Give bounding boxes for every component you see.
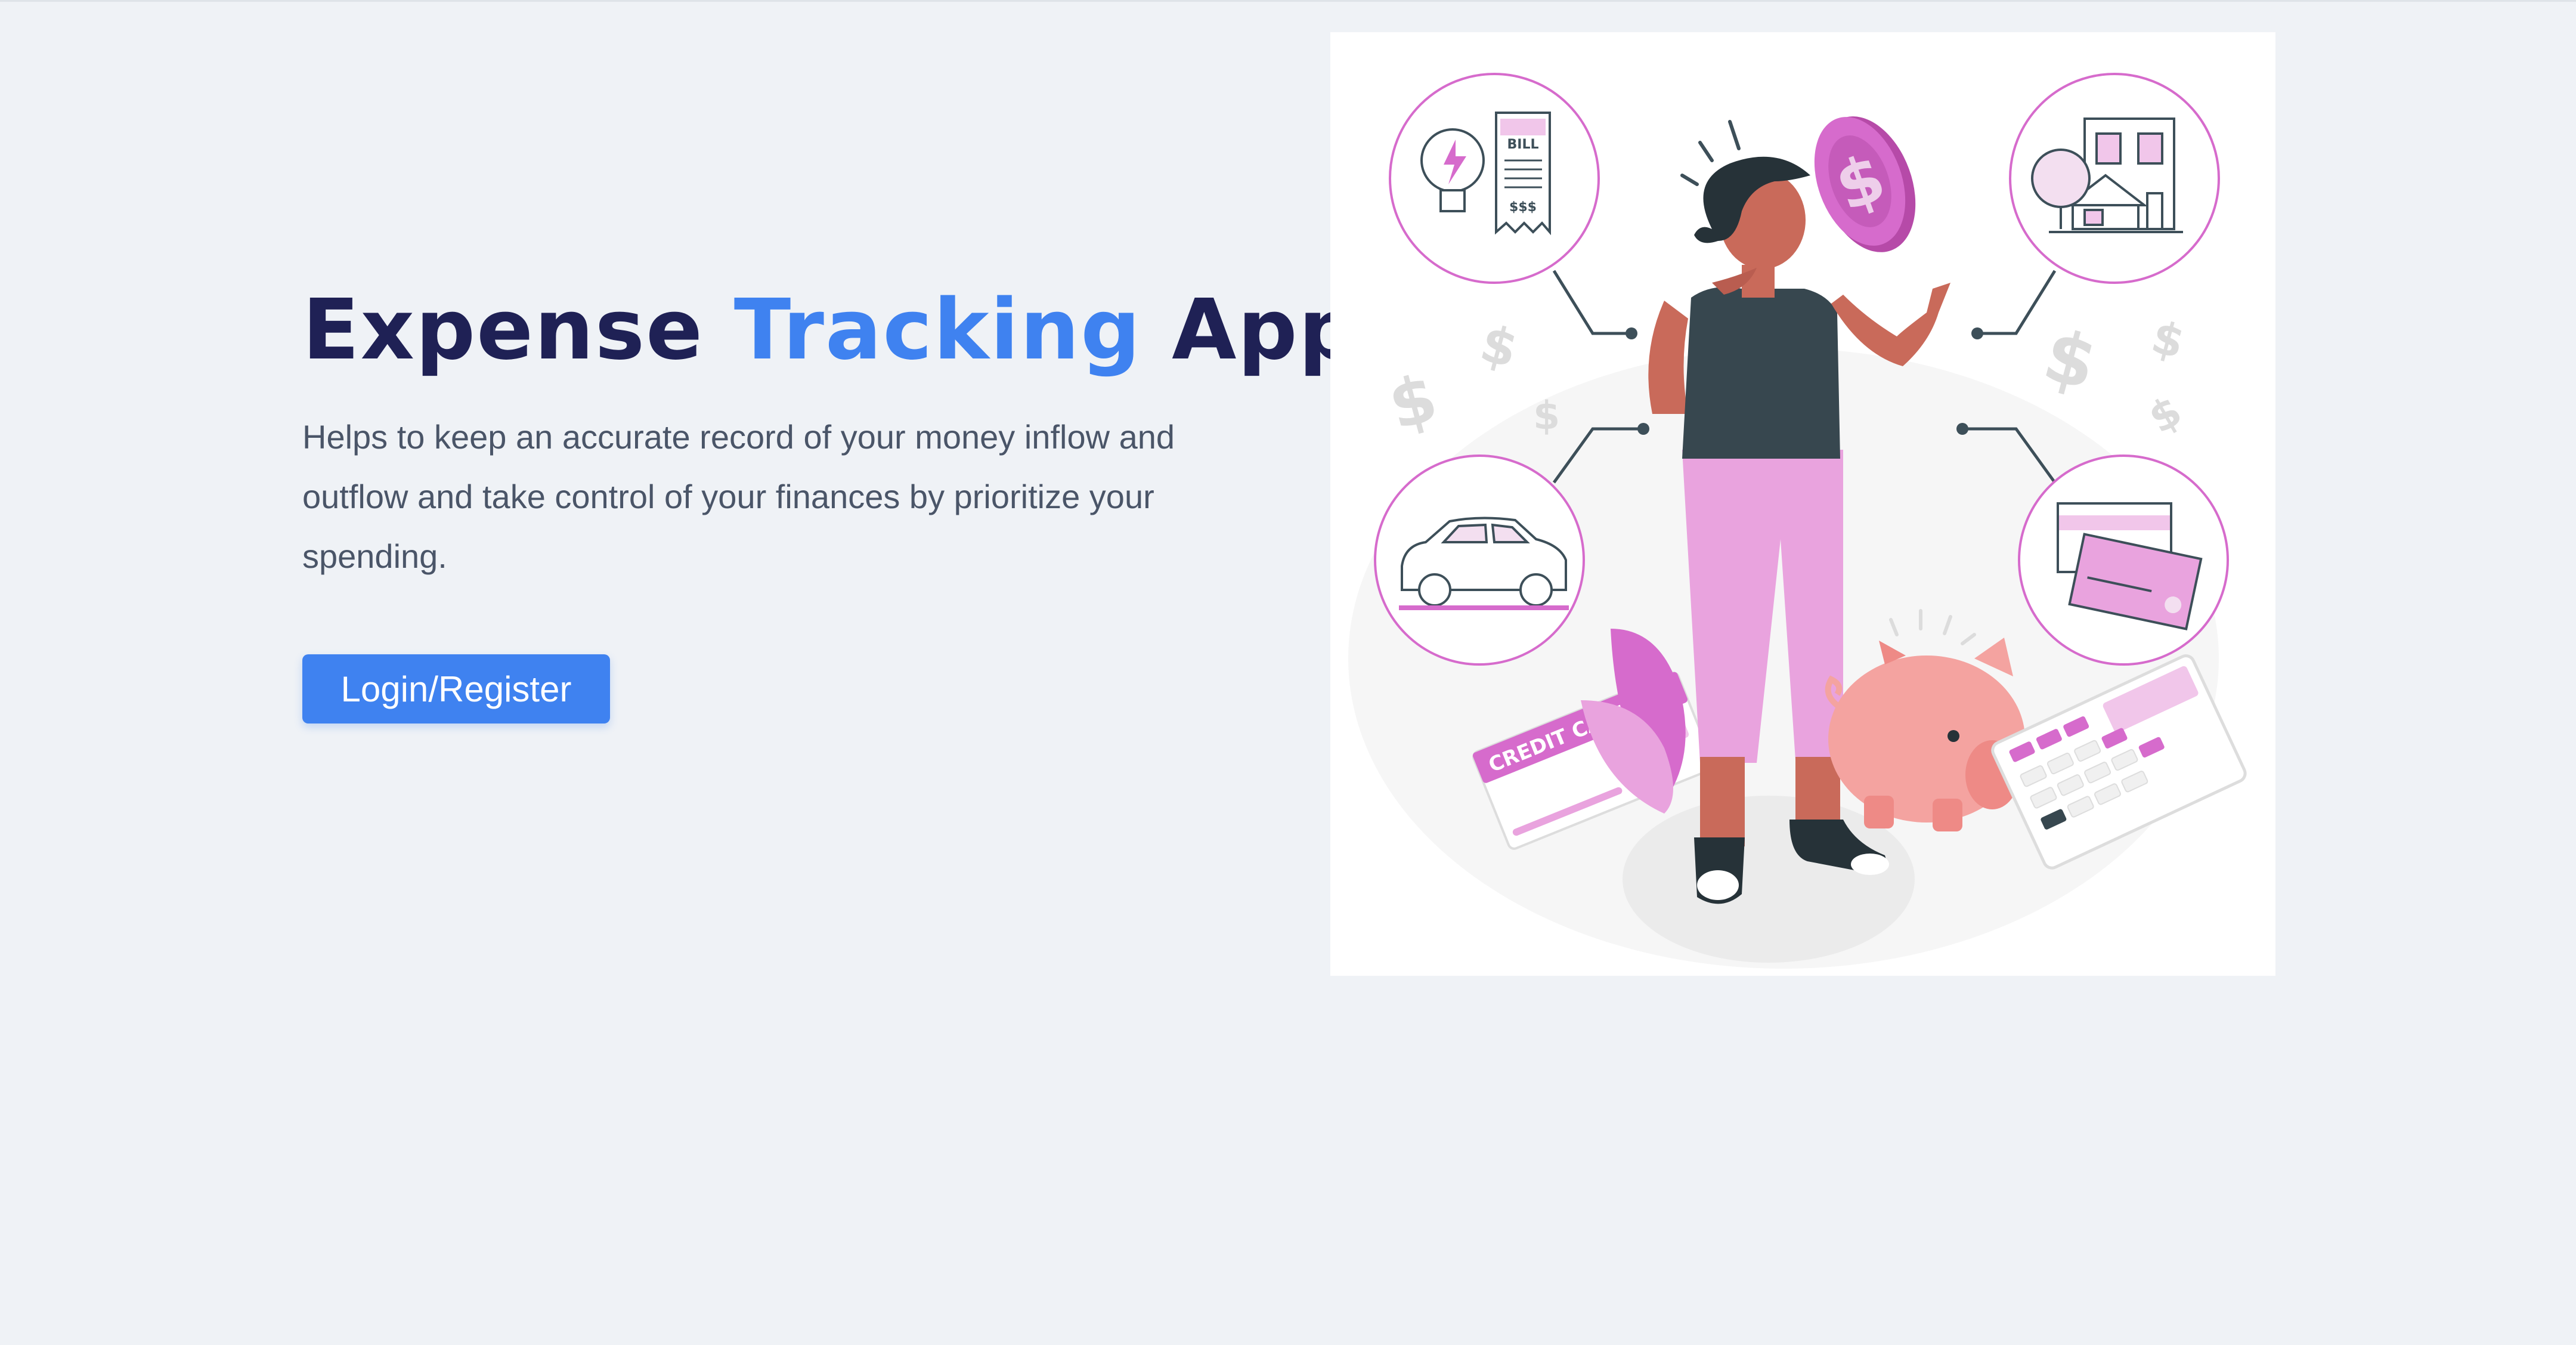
svg-text:$: $ <box>1474 314 1524 380</box>
hero-illustration: BILL $$$ $ $ $ $ $ $ $ CREDIT CARD <box>1330 32 2275 976</box>
page-title: Expense Tracking App <box>302 280 1358 381</box>
title-part-1: Expense <box>302 282 734 379</box>
coin-icon: $ <box>1814 116 1916 252</box>
bill-amount: $$$ <box>1509 200 1537 215</box>
finance-illustration: BILL $$$ $ $ $ $ $ $ $ CREDIT CARD <box>1348 73 2247 969</box>
cards-circle <box>2018 454 2229 666</box>
hero-description: Helps to keep an accurate record of your… <box>302 418 1175 575</box>
car-circle <box>1374 454 1585 666</box>
svg-text:$: $ <box>2146 310 2190 369</box>
bill-bulb-circle: BILL $$$ <box>1389 73 1600 284</box>
hero-section: Expense Tracking App Helps to keep an ac… <box>302 280 1358 586</box>
title-accent: Tracking <box>733 282 1142 379</box>
house-circle <box>2009 73 2220 284</box>
title-part-2: App <box>1141 282 1360 379</box>
bill-label: BILL <box>1507 137 1539 152</box>
svg-text:$: $ <box>2140 386 2190 443</box>
login-register-button[interactable]: Login/Register <box>302 654 610 723</box>
svg-text:$: $ <box>1533 394 1560 438</box>
svg-text:$: $ <box>2035 314 2105 407</box>
svg-text:$: $ <box>1381 359 1445 444</box>
top-border <box>0 0 2576 2</box>
bill-icon: BILL $$$ <box>1495 112 1551 236</box>
